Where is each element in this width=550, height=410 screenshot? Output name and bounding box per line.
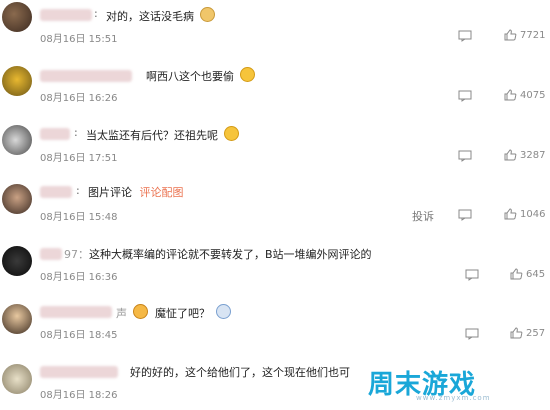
comment-item: : 对的，这话没毛病 08月16日 15:51 7721 bbox=[0, 0, 550, 58]
site-watermark: 周末游戏 www.zmyxm.com bbox=[368, 364, 548, 408]
image-comment-link[interactable]: 评论配图 bbox=[140, 186, 184, 199]
angry-emoji-icon bbox=[132, 304, 148, 319]
comment-time: 08月16日 16:36 bbox=[40, 272, 118, 283]
like-button[interactable]: 1046 bbox=[504, 208, 545, 220]
comment-text: 97：这种大概率编的评论就不要转发了，B站一堆编外网评论的 bbox=[64, 246, 372, 262]
comment-body: 对的，这话没毛病 bbox=[106, 10, 194, 23]
comment-text: 当太监还有后代？还祖先呢 bbox=[86, 126, 239, 143]
comment-item: 啊西八这个也要偷 08月16日 16:26 4075 bbox=[0, 58, 550, 116]
thumbs-up-icon bbox=[504, 208, 517, 220]
like-button[interactable]: 645 bbox=[510, 268, 545, 280]
laughing-emoji-icon bbox=[223, 126, 239, 141]
comment-icon bbox=[458, 209, 472, 221]
username-blurred[interactable] bbox=[40, 306, 112, 318]
watermark-url: www.zmyxm.com bbox=[416, 394, 491, 402]
reply-button[interactable] bbox=[465, 328, 479, 340]
avatar[interactable] bbox=[2, 364, 32, 394]
comment-time: 08月16日 17:51 bbox=[40, 153, 118, 164]
comment-item: : 当太监还有后代？还祖先呢 08月16日 17:51 3287 bbox=[0, 116, 550, 174]
username-blurred[interactable] bbox=[40, 9, 92, 21]
username-blurred[interactable] bbox=[40, 366, 118, 378]
comment-body: 啊西八这个也要偷 bbox=[146, 70, 234, 83]
avatar[interactable] bbox=[2, 184, 32, 214]
avatar[interactable] bbox=[2, 2, 32, 32]
comment-text: 好的好的，这个给他们了，这个现在他们也可 bbox=[130, 364, 350, 380]
like-count: 4075 bbox=[520, 89, 546, 101]
like-count: 1046 bbox=[520, 208, 546, 220]
avatar[interactable] bbox=[2, 66, 32, 96]
comment-time: 08月16日 15:48 bbox=[40, 212, 118, 223]
avatar[interactable] bbox=[2, 246, 32, 276]
like-button[interactable]: 7721 bbox=[504, 29, 545, 41]
comment-icon bbox=[458, 30, 472, 42]
comment-time: 08月16日 15:51 bbox=[40, 34, 118, 45]
dog-emoji-icon bbox=[199, 7, 215, 22]
report-button[interactable]: 投诉 bbox=[412, 208, 434, 224]
reply-button[interactable] bbox=[458, 90, 472, 102]
reply-button[interactable] bbox=[458, 209, 472, 221]
comment-body: 这种大概率编的评论就不要转发了，B站一堆编外网评论的 bbox=[89, 248, 372, 261]
colon-separator: : bbox=[76, 184, 80, 197]
like-button[interactable]: 3287 bbox=[504, 149, 545, 161]
like-count: 645 bbox=[526, 268, 546, 280]
comment-time: 08月16日 18:45 bbox=[40, 330, 118, 341]
thumbs-up-icon bbox=[510, 327, 523, 339]
thumbs-up-icon bbox=[504, 89, 517, 101]
like-count: 257 bbox=[526, 327, 546, 339]
comment-time: 08月16日 16:26 bbox=[40, 93, 118, 104]
comment-item: : 图片评论 评论配图 08月16日 15:48 投诉 1046 bbox=[0, 174, 550, 232]
comment-body: 好的好的，这个给他们了，这个现在他们也可 bbox=[130, 366, 350, 379]
reply-button[interactable] bbox=[458, 150, 472, 162]
like-count: 7721 bbox=[520, 29, 546, 41]
comment-body: 当太监还有后代？还祖先呢 bbox=[86, 129, 218, 142]
username-suffix: 97： bbox=[64, 248, 89, 261]
username-blurred[interactable] bbox=[40, 128, 70, 140]
thumbs-up-icon bbox=[504, 29, 517, 41]
comment-text: 啊西八这个也要偷 bbox=[146, 67, 255, 84]
comment-body: 图片评论 bbox=[88, 186, 132, 199]
thumbs-up-icon bbox=[504, 149, 517, 161]
like-count: 3287 bbox=[520, 149, 546, 161]
colon-separator: : bbox=[74, 126, 78, 139]
comment-body: 魔怔了吧？ bbox=[155, 307, 210, 320]
colon-separator: : bbox=[94, 7, 98, 20]
comment-text: 声 魔怔了吧？ bbox=[116, 304, 231, 321]
username-blurred[interactable] bbox=[40, 186, 72, 198]
reply-button[interactable] bbox=[465, 269, 479, 281]
username-suffix: 声 bbox=[116, 307, 127, 320]
comment-item: 97：这种大概率编的评论就不要转发了，B站一堆编外网评论的 08月16日 16:… bbox=[0, 234, 550, 292]
comment-icon bbox=[458, 150, 472, 162]
comment-icon bbox=[465, 269, 479, 281]
comment-icon bbox=[465, 328, 479, 340]
laughing-emoji-icon bbox=[239, 67, 255, 82]
comment-item: 声 魔怔了吧？ 08月16日 18:45 257 bbox=[0, 292, 550, 350]
comment-time: 08月16日 18:26 bbox=[40, 390, 118, 401]
username-blurred[interactable] bbox=[40, 248, 62, 260]
comment-text: 对的，这话没毛病 bbox=[106, 7, 215, 24]
like-button[interactable]: 257 bbox=[510, 327, 545, 339]
face-emoji-icon bbox=[215, 304, 231, 319]
comment-text: 图片评论 评论配图 bbox=[88, 184, 184, 200]
reply-button[interactable] bbox=[458, 30, 472, 42]
like-button[interactable]: 4075 bbox=[504, 89, 545, 101]
avatar[interactable] bbox=[2, 125, 32, 155]
username-blurred[interactable] bbox=[40, 70, 132, 82]
thumbs-up-icon bbox=[510, 268, 523, 280]
avatar[interactable] bbox=[2, 304, 32, 334]
comment-icon bbox=[458, 90, 472, 102]
